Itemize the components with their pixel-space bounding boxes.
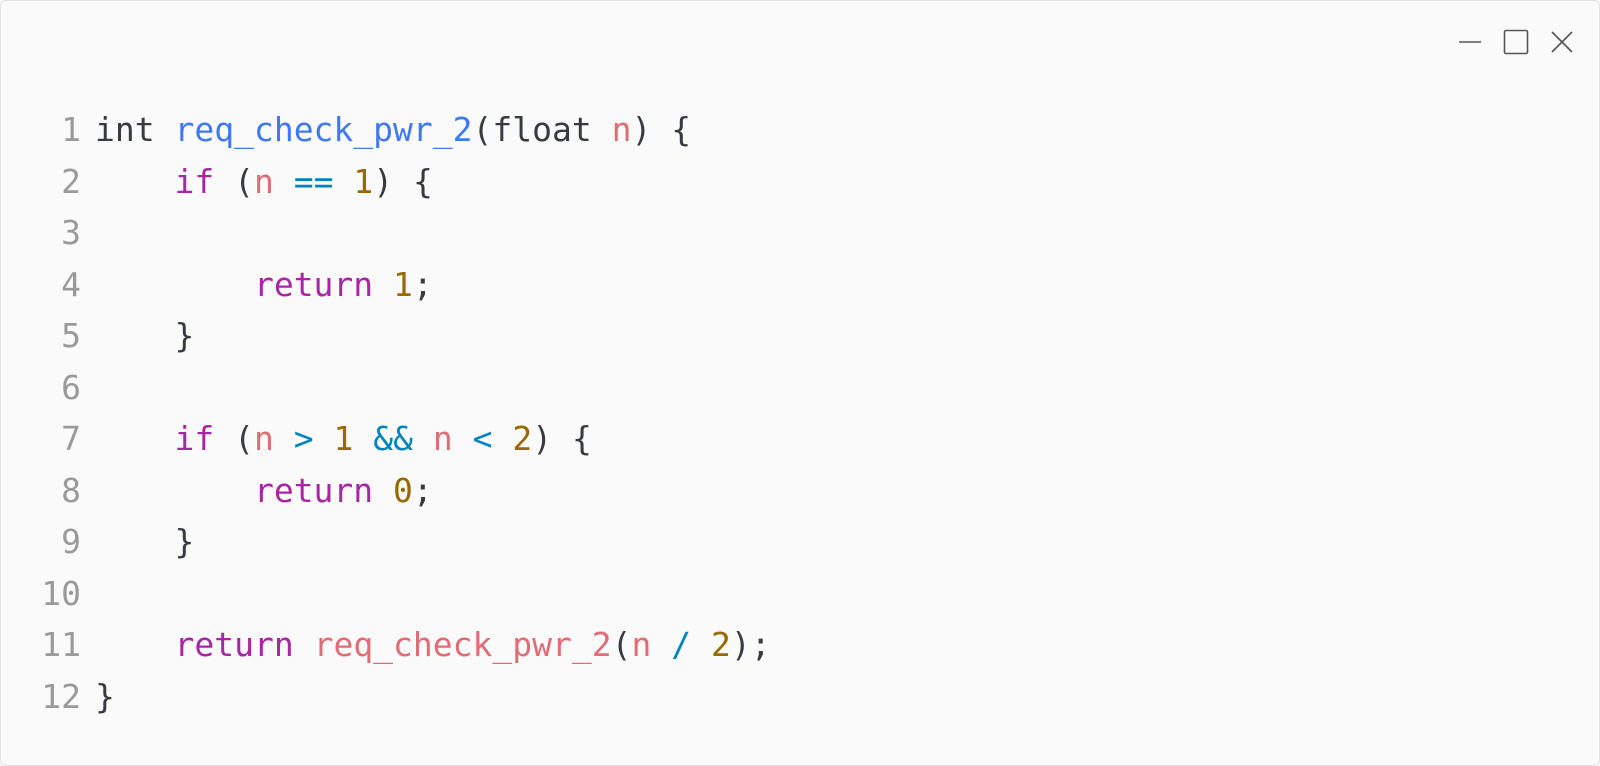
line-number: 3: [61, 213, 81, 252]
maximize-icon[interactable]: [1503, 29, 1529, 55]
code-token: 0: [393, 470, 413, 510]
code-token: 1: [353, 161, 374, 201]
line-number: 11: [41, 625, 81, 664]
code-token: <: [472, 419, 493, 458]
code-token: >: [293, 419, 314, 458]
code-token: ) {: [373, 161, 433, 201]
code-token: );: [730, 625, 771, 664]
code-line: 9 }: [1, 516, 771, 568]
code-token: req_check_pwr_2: [174, 110, 473, 149]
code-token: (: [214, 161, 254, 201]
code-token: ) {: [532, 419, 592, 458]
minimize-icon[interactable]: [1457, 29, 1483, 55]
code-text: }: [81, 671, 115, 723]
code-token: int: [95, 110, 175, 149]
line-number: 4: [61, 264, 81, 304]
code-line: 1 int req_check_pwr_2(float n) {: [1, 104, 771, 156]
code-token: 2: [512, 419, 533, 458]
code-token: req_check_pwr_2: [313, 625, 612, 664]
code-line: 2 if (n == 1) {: [1, 156, 771, 208]
code-token: 2: [710, 625, 731, 664]
line-number: 2: [61, 161, 81, 201]
code-line: 3: [1, 207, 771, 259]
code-token: &&: [373, 419, 413, 458]
code-token: n: [631, 625, 652, 664]
code-token: n: [611, 110, 632, 149]
line-number: 7: [61, 419, 81, 458]
line-number: 10: [41, 573, 81, 613]
code-text: if (n == 1) {: [81, 156, 433, 208]
code-token: ==: [293, 161, 334, 201]
code-token: n: [253, 161, 274, 201]
code-text: }: [81, 516, 194, 568]
line-number: 12: [41, 676, 81, 716]
code-token: /: [671, 625, 692, 664]
code-token: ;: [412, 264, 433, 304]
code-token: return: [253, 264, 374, 304]
code-text: return req_check_pwr_2(n / 2);: [81, 619, 771, 671]
code-token: }: [95, 676, 115, 716]
code-line: 11 return req_check_pwr_2(n / 2);: [1, 619, 771, 671]
line-number: 1: [61, 110, 81, 149]
code-line: 12}: [1, 671, 771, 723]
code-line: 6: [1, 362, 771, 414]
code-token: }: [95, 316, 195, 355]
code-block: 1 int req_check_pwr_2(float n) {2 if (n =…: [1, 104, 771, 723]
code-token: (: [214, 419, 254, 458]
code-text: return 1;: [81, 259, 433, 311]
code-line: 5 }: [1, 310, 771, 362]
code-line: 10: [1, 568, 771, 620]
code-text: }: [81, 310, 194, 362]
code-line: 7 if (n > 1 && n < 2) {: [1, 413, 771, 465]
code-token: ;: [412, 470, 433, 510]
window-controls: [1457, 29, 1575, 55]
code-line: 4 return 1;: [1, 259, 771, 311]
code-token: (float: [472, 110, 612, 149]
line-number: 8: [61, 470, 81, 510]
code-token: return: [253, 470, 374, 510]
code-line: 8 return 0;: [1, 465, 771, 517]
code-token: }: [95, 522, 195, 561]
code-token: (: [611, 625, 632, 664]
code-window: 1 int req_check_pwr_2(float n) {2 if (n =…: [0, 0, 1600, 766]
line-number: 6: [61, 367, 81, 407]
code-token: n: [253, 419, 274, 458]
code-text: if (n > 1 && n < 2) {: [81, 413, 592, 465]
line-number: 9: [61, 522, 81, 561]
code-token: return: [174, 625, 294, 664]
code-token: ) {: [631, 110, 692, 149]
close-icon[interactable]: [1549, 29, 1575, 55]
line-number: 5: [61, 316, 81, 355]
code-token: if: [174, 419, 215, 458]
code-token: 1: [393, 264, 413, 304]
code-text: return 0;: [81, 465, 433, 517]
code-token: n: [432, 419, 453, 458]
code-text: int req_check_pwr_2(float n) {: [81, 104, 691, 156]
code-token: 1: [333, 419, 354, 458]
code-token: if: [174, 161, 215, 201]
